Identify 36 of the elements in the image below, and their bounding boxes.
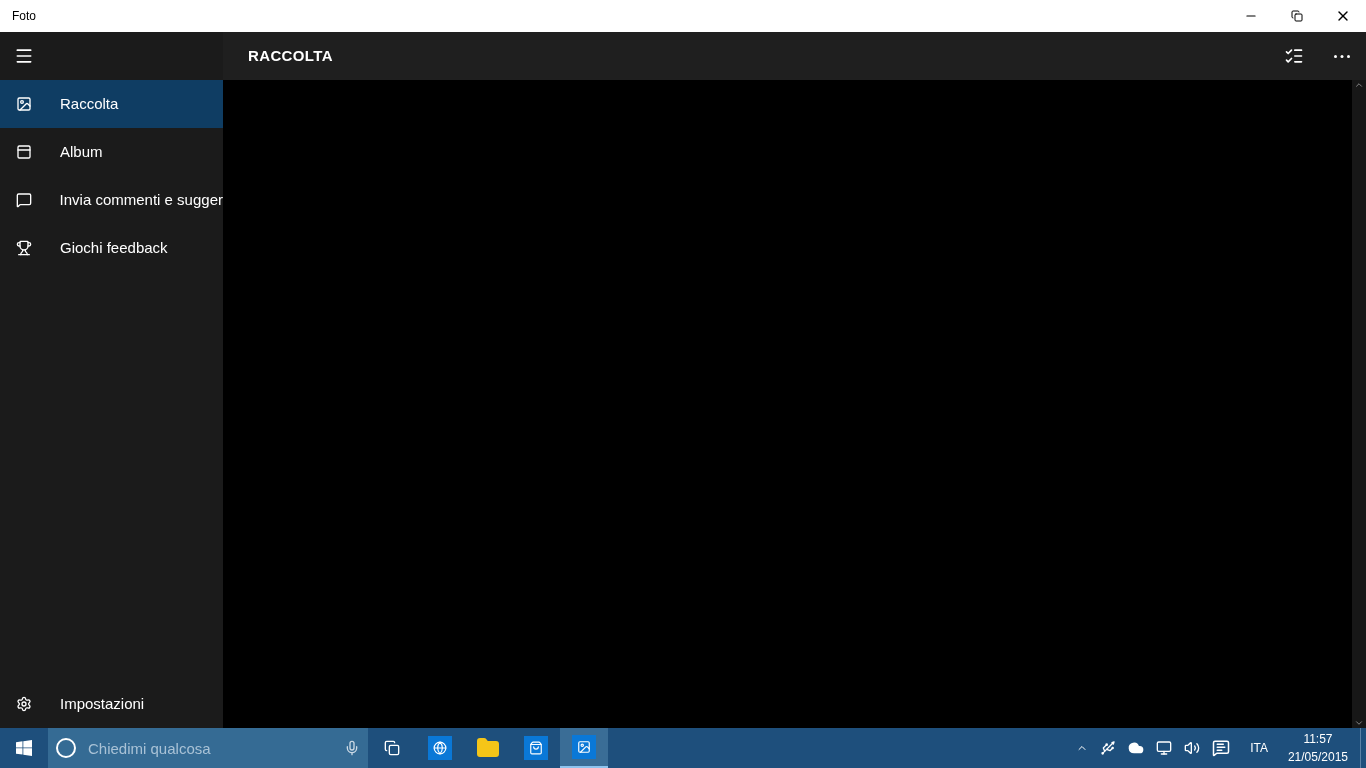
search-field[interactable]: Chiedimi qualcosa: [48, 728, 368, 768]
clock[interactable]: 11:57 21/05/2015: [1275, 730, 1360, 766]
scroll-down-icon[interactable]: [1354, 718, 1364, 728]
task-view-icon: [384, 740, 400, 756]
scroll-up-icon[interactable]: [1354, 80, 1364, 90]
cloud-icon[interactable]: [1128, 740, 1145, 756]
nav-icon: [16, 144, 32, 160]
nav-icon: [16, 96, 32, 112]
volume-icon[interactable]: [1184, 740, 1201, 756]
nav-item[interactable]: Giochi feedback: [0, 224, 223, 272]
nav-item[interactable]: Album: [0, 128, 223, 176]
page-title: RACCOLTA: [247, 45, 334, 66]
nav-item[interactable]: Invia commenti e sugger: [0, 176, 223, 224]
picture-icon: [572, 735, 596, 759]
taskbar-app[interactable]: [560, 728, 608, 768]
microphone-icon[interactable]: [344, 740, 360, 756]
settings-icon: [16, 696, 32, 712]
windows-logo-icon: [16, 740, 32, 756]
restore-icon: [1291, 10, 1303, 22]
usb-icon[interactable]: [1100, 740, 1117, 756]
folder-icon: [476, 736, 500, 760]
settings-item[interactable]: Impostazioni: [0, 680, 223, 728]
notifications-icon[interactable]: [1212, 739, 1231, 757]
globe-icon: [428, 736, 452, 760]
cortana-icon: [56, 738, 76, 758]
scrollbar[interactable]: [1352, 80, 1366, 728]
nav-icon: [15, 192, 32, 208]
shopping-bag-icon: [524, 736, 548, 760]
nav-icon: [16, 240, 32, 256]
checklist-icon: [1284, 46, 1304, 66]
more-icon: [1334, 54, 1350, 58]
network-icon[interactable]: [1156, 740, 1173, 756]
nav-item[interactable]: Raccolta: [0, 80, 223, 128]
language-indicator[interactable]: ITA: [1242, 740, 1276, 756]
window-title: Foto: [11, 8, 37, 24]
menu-icon: [14, 46, 34, 66]
